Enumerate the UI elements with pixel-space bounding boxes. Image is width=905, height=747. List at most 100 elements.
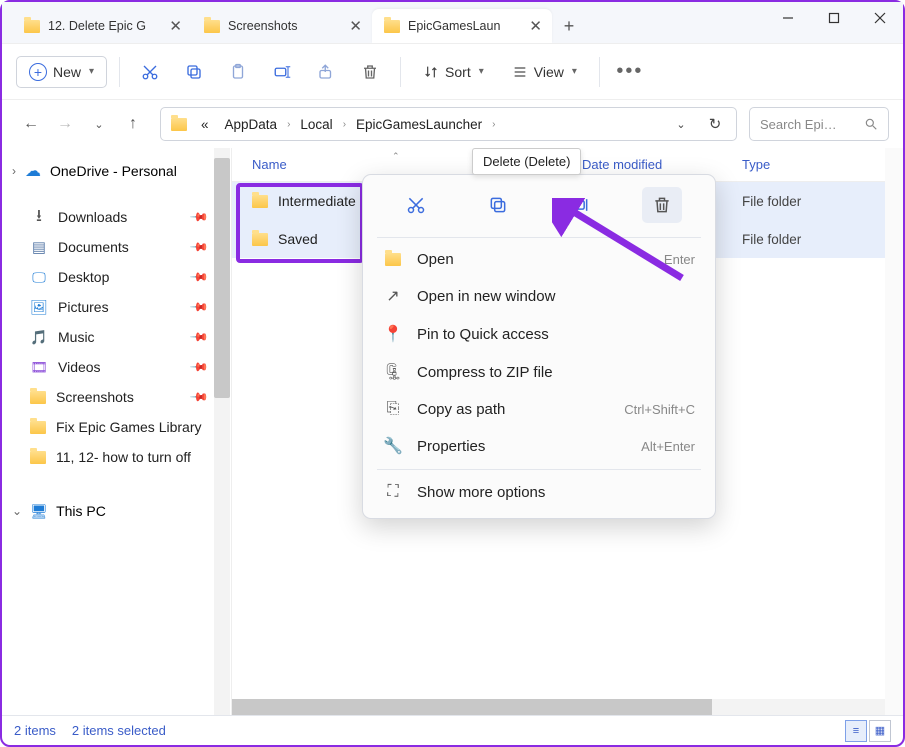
sidebar-item-label: This PC	[56, 503, 106, 519]
ctx-open[interactable]: OpenEnter	[369, 242, 709, 277]
content-hscrollbar-thumb[interactable]	[232, 699, 712, 715]
breadcrumb[interactable]: Local	[294, 113, 338, 136]
minimize-button[interactable]	[765, 2, 811, 34]
search-icon	[864, 117, 878, 131]
file-name: Intermediate	[278, 193, 356, 209]
delete-tooltip: Delete (Delete)	[472, 148, 581, 175]
rename-button[interactable]	[264, 54, 300, 90]
folder-icon	[171, 118, 187, 131]
ctx-copy-button[interactable]	[478, 187, 518, 223]
sidebar-item-label: Desktop	[58, 269, 109, 285]
sidebar-item-label: Pictures	[58, 299, 109, 315]
forward-button[interactable]: →	[50, 109, 80, 139]
view-button[interactable]: View ▾	[502, 58, 587, 86]
share-button[interactable]	[308, 54, 344, 90]
copy-button[interactable]	[176, 54, 212, 90]
icons-view-button[interactable]: ▦	[869, 720, 891, 742]
sidebar-item-fixepic[interactable]: Fix Epic Games Library	[2, 412, 231, 442]
more-button[interactable]: •••	[612, 54, 648, 90]
close-icon[interactable]: ✕	[529, 17, 542, 35]
music-icon: 🎵	[30, 329, 48, 345]
tab-2[interactable]: Screenshots ✕	[192, 9, 372, 43]
pin-icon: 📌	[189, 297, 209, 317]
sidebar-item-desktop[interactable]: 🖵Desktop📌	[2, 262, 231, 292]
close-icon[interactable]: ✕	[349, 17, 362, 35]
sidebar-thispc[interactable]: ⌄ 🖥 This PC	[2, 496, 231, 526]
sidebar-item-videos[interactable]: 🎞Videos📌	[2, 352, 231, 382]
sidebar-item-label: Music	[58, 329, 95, 345]
ctx-more-options[interactable]: ⛶Show more options	[369, 474, 709, 510]
sidebar-item-label: Documents	[58, 239, 129, 255]
separator	[377, 469, 701, 470]
close-window-button[interactable]	[857, 2, 903, 34]
status-selected: 2 items selected	[72, 723, 166, 738]
delete-button[interactable]	[352, 54, 388, 90]
pc-icon: 🖥	[30, 503, 48, 519]
tab-3-active[interactable]: EpicGamesLaun ✕	[372, 9, 552, 43]
sidebar-item-documents[interactable]: ▤Documents📌	[2, 232, 231, 262]
folder-icon	[204, 20, 220, 33]
ctx-open-new-window[interactable]: ↗Open in new window	[369, 277, 709, 315]
up-button[interactable]: ↑	[118, 109, 148, 139]
sidebar-item-label: OneDrive - Personal	[50, 163, 177, 179]
sidebar-item-label: Screenshots	[56, 389, 134, 405]
address-bar[interactable]: « AppData › Local › EpicGamesLauncher › …	[160, 107, 737, 141]
separator	[599, 57, 600, 87]
sidebar-item-downloads[interactable]: ⭳Downloads📌	[2, 202, 231, 232]
new-button[interactable]: + New ▾	[16, 56, 107, 88]
ctx-pin[interactable]: 📍Pin to Quick access	[369, 315, 709, 353]
maximize-button[interactable]	[811, 2, 857, 34]
sidebar-item-label: 11, 12- how to turn off	[56, 449, 191, 465]
ctx-properties[interactable]: 🔧PropertiesAlt+Enter	[369, 427, 709, 465]
address-dropdown-button[interactable]: ⌄	[666, 109, 696, 139]
sort-label: Sort	[445, 64, 471, 80]
breadcrumb[interactable]: EpicGamesLauncher	[350, 113, 488, 136]
ctx-copy-path[interactable]: ⎘Copy as pathCtrl+Shift+C	[369, 391, 709, 427]
chevron-right-icon: ›	[492, 119, 495, 130]
column-date[interactable]: Date modified	[582, 157, 742, 172]
details-view-button[interactable]: ≡	[845, 720, 867, 742]
folder-icon	[24, 20, 40, 33]
sidebar-item-1112[interactable]: 11, 12- how to turn off	[2, 442, 231, 472]
view-label: View	[534, 64, 564, 80]
chevron-right-icon: ›	[12, 164, 16, 178]
close-icon[interactable]: ✕	[169, 17, 182, 35]
tab-1[interactable]: 12. Delete Epic G ✕	[12, 9, 192, 43]
column-type[interactable]: Type	[742, 157, 903, 172]
content-vscrollbar[interactable]	[885, 148, 903, 715]
tabs: 12. Delete Epic G ✕ Screenshots ✕ EpicGa…	[2, 2, 765, 43]
back-button[interactable]: ←	[16, 109, 46, 139]
cut-button[interactable]	[132, 54, 168, 90]
ctx-delete-button[interactable]	[642, 187, 682, 223]
sort-button[interactable]: Sort ▾	[413, 58, 494, 86]
folder-icon	[30, 451, 46, 464]
view-icon	[512, 64, 528, 80]
sidebar-item-music[interactable]: 🎵 Music 📌	[2, 322, 231, 352]
pin-icon: 📌	[189, 327, 209, 347]
breadcrumb[interactable]: AppData	[219, 113, 284, 136]
recent-button[interactable]: ⌄	[84, 109, 114, 139]
new-tab-button[interactable]: +	[552, 9, 586, 43]
pin-icon: 📍	[383, 324, 403, 344]
separator	[119, 57, 120, 87]
tab-label: Screenshots	[228, 19, 297, 33]
ctx-rename-button[interactable]	[560, 187, 600, 223]
sidebar-item-screenshots[interactable]: Screenshots📌	[2, 382, 231, 412]
chevron-right-icon: ›	[287, 119, 290, 130]
window-controls	[765, 2, 903, 43]
sidebar-item-pictures[interactable]: 🖼Pictures📌	[2, 292, 231, 322]
search-placeholder: Search Epi…	[760, 117, 837, 132]
videos-icon: 🎞	[30, 359, 48, 375]
refresh-button[interactable]: ↻	[700, 109, 730, 139]
sidebar-item-label: Fix Epic Games Library	[56, 419, 201, 435]
sidebar-onedrive[interactable]: › ☁ OneDrive - Personal	[2, 156, 231, 186]
separator	[400, 57, 401, 87]
search-input[interactable]: Search Epi…	[749, 107, 889, 141]
ctx-cut-button[interactable]	[396, 187, 436, 223]
tab-label: EpicGamesLaun	[408, 19, 500, 33]
ctx-compress[interactable]: 🗜Compress to ZIP file	[369, 353, 709, 391]
paste-button[interactable]	[220, 54, 256, 90]
file-name: Saved	[278, 231, 318, 247]
sidebar-scrollbar-thumb[interactable]	[214, 158, 230, 398]
breadcrumb-prefix[interactable]: «	[195, 113, 215, 136]
